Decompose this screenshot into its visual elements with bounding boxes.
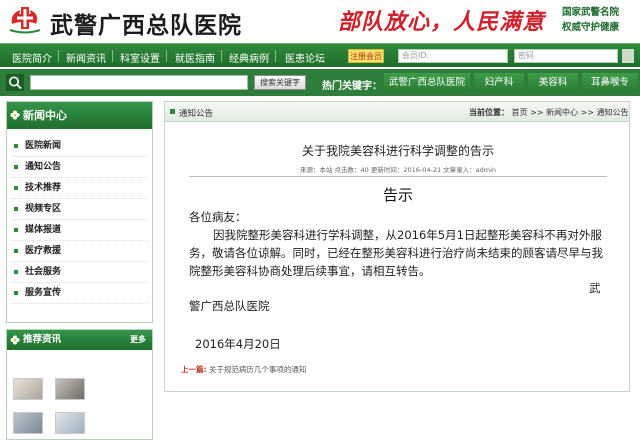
sidebar-news-center: 新闻中心 医院新闻 通知公告 技术推荐 视频专区 媒体报道 医疗救援 社会服务 … [6, 101, 153, 323]
sidebar-title: 新闻中心 [23, 109, 67, 122]
register-member-button[interactable]: 注册会员 [348, 49, 384, 63]
member-id-input[interactable]: 会员ID: [398, 49, 508, 63]
notice-paragraph: 因我院整形美容科进行学科调整，从2016年5月1日起整形美容科不再对外服务，敬请… [189, 228, 603, 278]
nav-item-about[interactable]: 医院简介 [12, 50, 52, 65]
site-header: 武警广西总队医院 部队放心，人民满意 国家武警名院 权威守护健康 [0, 0, 640, 42]
notice-date: 2016年4月20日 [195, 337, 281, 351]
hot-tab-ent[interactable]: 耳鼻喉专 [582, 73, 638, 92]
password-input[interactable]: 密码 [514, 49, 618, 63]
bullet-icon [14, 291, 18, 295]
search-bar: 搜索关键字 热门关键字： 武警广西总队医院 妇产科 美容科 耳鼻喉专 [0, 69, 640, 96]
nav-divider [166, 50, 167, 62]
breadcrumb-notices[interactable]: 通知公告 [597, 108, 629, 117]
article-title: 关于我院美容科进行科学调整的告示 [301, 144, 494, 158]
nav-divider [58, 50, 59, 62]
bullet-icon [14, 186, 18, 190]
thumbnail-image[interactable] [55, 378, 85, 400]
hot-tab-obstetrics[interactable]: 妇产科 [474, 73, 524, 92]
red-cross-emblem-icon[interactable] [6, 4, 44, 36]
prev-article: 上一篇: 关于规范病历几个事项的通知 [181, 364, 306, 375]
sidebar-item-video[interactable]: 视频专区 [11, 199, 148, 220]
slogan-text: 部队放心，人民满意 [338, 9, 546, 35]
nav-item-departments[interactable]: 科室设置 [120, 50, 160, 65]
nav-item-cases[interactable]: 经典病例 [229, 50, 269, 65]
bullet-icon [14, 165, 18, 169]
sidebar-item-hospital-news[interactable]: 医院新闻 [11, 136, 148, 157]
sidebar-item-social[interactable]: 社会服务 [11, 262, 148, 283]
breadcrumb-bar: 通知公告 当前位置： 首页 >> 新闻中心 >> 通知公告 [165, 102, 629, 122]
sidebar-item-label: 服务宣传 [25, 288, 62, 298]
bullet-icon [14, 270, 18, 274]
sidebar-item-rescue[interactable]: 医疗救援 [11, 241, 148, 262]
article-panel: 通知公告 当前位置： 首页 >> 新闻中心 >> 通知公告 关于我院美容科进行科… [164, 101, 630, 392]
search-button[interactable]: 搜索关键字 [254, 75, 306, 90]
sidebar-item-label: 通知公告 [25, 162, 62, 172]
sidebar-item-label: 医疗救援 [25, 246, 62, 256]
article-meta: 来源：本站 点击数：40 更新时间：2016-04-21 文章录入：admin [299, 166, 497, 174]
more-link[interactable]: 更多 [130, 330, 146, 350]
sidebar-item-label: 医院新闻 [25, 141, 62, 151]
section-icon [170, 109, 175, 114]
thumbnail-image[interactable] [55, 412, 85, 434]
search-input[interactable] [30, 75, 248, 90]
header-badge: 国家武警名院 权威守护健康 [562, 5, 638, 35]
breadcrumb-home[interactable]: 首页 [512, 108, 528, 117]
notice-signature-part2: 警广西总队医院 [189, 299, 270, 313]
sidebar-item-service[interactable]: 服务宣传 [11, 283, 148, 304]
breadcrumb-sep: >> [580, 108, 594, 117]
recommended-title: 推荐资讯 [23, 334, 62, 345]
login-go-button[interactable] [622, 49, 634, 63]
hot-tab-hospital[interactable]: 武警广西总队医院 [384, 73, 470, 92]
flower-icon [10, 110, 20, 120]
search-icon[interactable] [6, 74, 24, 91]
sidebar-item-label: 媒体报道 [25, 225, 62, 235]
sidebar-item-tech[interactable]: 技术推荐 [11, 178, 148, 199]
bullet-icon [14, 249, 18, 253]
main-nav: 医院简介 新闻资讯 科室设置 就医指南 经典病例 医患论坛 注册会员 会员ID:… [0, 43, 640, 67]
bullet-icon [14, 228, 18, 232]
prev-label: 上一篇: [181, 365, 207, 374]
badge-line-1: 国家武警名院 [562, 7, 620, 18]
sidebar-item-label: 视频专区 [25, 204, 62, 214]
site-title[interactable]: 武警广西总队医院 [50, 6, 242, 40]
sidebar-item-notices[interactable]: 通知公告 [11, 157, 148, 178]
nav-divider [275, 50, 276, 62]
sidebar-item-label: 技术推荐 [25, 183, 62, 193]
nav-item-forum[interactable]: 医患论坛 [285, 50, 325, 65]
sidebar-item-label: 社会服务 [25, 267, 62, 277]
flower-icon [10, 335, 20, 345]
nav-item-guide[interactable]: 就医指南 [175, 50, 215, 65]
breadcrumb-news-center[interactable]: 新闻中心 [546, 108, 578, 117]
hot-tab-cosmetology[interactable]: 美容科 [528, 73, 578, 92]
badge-line-2: 权威守护健康 [562, 22, 620, 33]
bullet-icon [14, 207, 18, 211]
sidebar-header: 新闻中心 [7, 102, 152, 129]
nav-divider [112, 50, 113, 62]
meta-divider [189, 176, 607, 177]
notice-heading: 告示 [382, 186, 413, 204]
notice-greeting: 各位病友： [189, 210, 247, 224]
hot-keywords-label: 热门关键字： [322, 81, 382, 92]
recommended-header: 推荐资讯 更多 [7, 330, 152, 350]
location-label: 当前位置： [469, 108, 509, 117]
sidebar-item-media[interactable]: 媒体报道 [11, 220, 148, 241]
nav-divider [221, 50, 222, 62]
sidebar-recommended: 推荐资讯 更多 [6, 329, 153, 440]
breadcrumb: 当前位置： 首页 >> 新闻中心 >> 通知公告 [469, 107, 629, 118]
thumbnail-image[interactable] [13, 412, 43, 434]
nav-item-news[interactable]: 新闻资讯 [66, 50, 106, 65]
thumbnail-image[interactable] [13, 378, 43, 400]
sidebar-list: 医院新闻 通知公告 技术推荐 视频专区 媒体报道 医疗救援 社会服务 服务宣传 [7, 129, 152, 304]
prev-article-link[interactable]: 关于规范病历几个事项的通知 [209, 365, 307, 374]
section-label: 通知公告 [179, 109, 214, 119]
breadcrumb-sep: >> [530, 108, 544, 117]
notice-signature-part1: 武 [589, 281, 601, 295]
bullet-icon [14, 144, 18, 148]
